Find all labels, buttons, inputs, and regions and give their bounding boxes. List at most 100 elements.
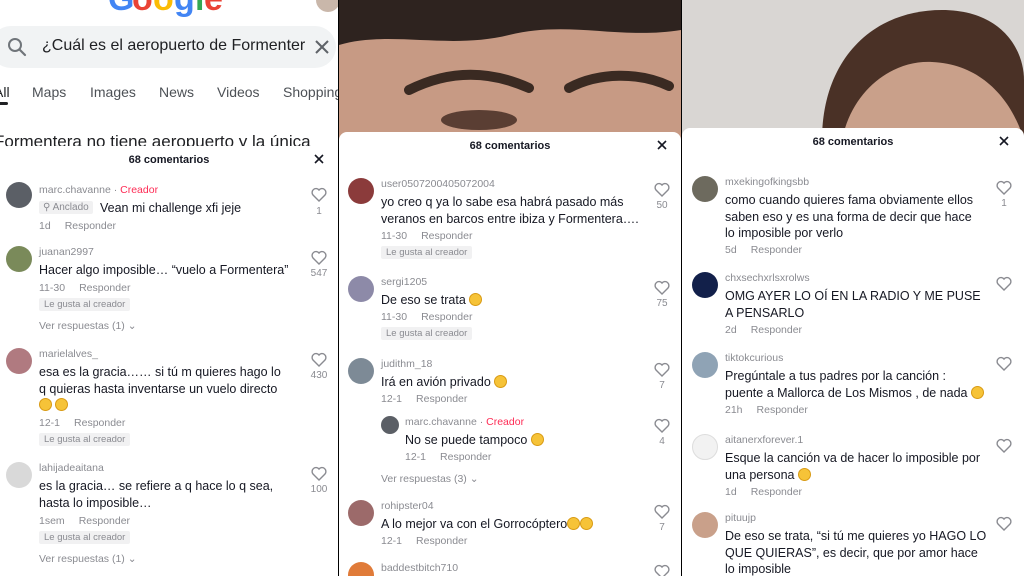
heart-icon[interactable] bbox=[996, 438, 1012, 453]
comments-sheet: 68 comentarios mxekingofkingsbb como cua… bbox=[682, 128, 1024, 576]
account-avatar[interactable] bbox=[316, 0, 338, 12]
comment-meta: 12-1 Responder bbox=[381, 393, 467, 405]
svg-text:G: G bbox=[108, 0, 134, 18]
comment-username[interactable]: pituujp bbox=[725, 512, 756, 524]
comment-username[interactable]: user0507200405072004 bbox=[381, 178, 495, 190]
avatar[interactable] bbox=[348, 500, 374, 526]
svg-text:o: o bbox=[153, 0, 174, 18]
heart-icon[interactable] bbox=[996, 516, 1012, 531]
avatar[interactable] bbox=[692, 512, 718, 538]
heart-icon[interactable] bbox=[654, 182, 670, 197]
comment-username[interactable]: baddestbitch710 bbox=[381, 562, 458, 574]
comment-text-content: De eso se trata bbox=[381, 293, 466, 307]
reply-button[interactable]: Responder bbox=[79, 282, 130, 294]
tab-images[interactable]: Images bbox=[90, 84, 136, 100]
heart-icon[interactable] bbox=[996, 276, 1012, 291]
comment-username[interactable]: marc.chavanne bbox=[405, 416, 477, 428]
view-replies-button[interactable]: Ver respuestas (3) ⌄ bbox=[381, 473, 479, 485]
comment-meta: 12-1 Responder bbox=[39, 417, 125, 429]
reply-button[interactable]: Responder bbox=[440, 451, 491, 463]
heart-icon[interactable] bbox=[311, 352, 327, 367]
comment-username[interactable]: rohipster04 bbox=[381, 500, 434, 512]
clear-icon[interactable] bbox=[312, 37, 332, 57]
heart-icon[interactable] bbox=[654, 362, 670, 377]
reply-button[interactable]: Responder bbox=[416, 535, 467, 547]
comment-date: 1d bbox=[39, 220, 51, 232]
comment-text: A lo mejor va con el Gorrocóptero bbox=[381, 516, 641, 533]
reply-button[interactable]: Responder bbox=[751, 486, 802, 498]
reply-button[interactable]: Responder bbox=[79, 515, 130, 527]
video-background bbox=[682, 0, 1024, 140]
avatar[interactable] bbox=[692, 434, 718, 460]
heart-icon[interactable] bbox=[654, 504, 670, 519]
avatar[interactable] bbox=[6, 462, 32, 488]
close-icon[interactable] bbox=[997, 134, 1011, 148]
avatar[interactable] bbox=[692, 352, 718, 378]
comment-username[interactable]: tiktokcurious bbox=[725, 352, 783, 364]
avatar[interactable] bbox=[692, 176, 718, 202]
comment-username[interactable]: aitanerxforever.1 bbox=[725, 434, 803, 446]
comment-username[interactable]: chxsechxrlsxrolws bbox=[725, 272, 810, 284]
comment-meta: 12-1 Responder bbox=[381, 535, 467, 547]
comments-sheet: 68 comentarios user0507200405072004 yo c… bbox=[339, 132, 681, 576]
heart-icon[interactable] bbox=[311, 250, 327, 265]
tab-videos[interactable]: Videos bbox=[217, 84, 260, 100]
view-replies-button[interactable]: Ver respuestas (1) ⌄ bbox=[39, 320, 137, 332]
comment-text: esa es la gracia…… si tú m quieres hago … bbox=[39, 364, 284, 414]
avatar[interactable] bbox=[348, 358, 374, 384]
tab-all[interactable]: All bbox=[0, 84, 10, 100]
avatar[interactable] bbox=[381, 416, 399, 434]
search-bar[interactable]: ¿Cuál es el aeropuerto de Formenter bbox=[0, 26, 336, 68]
heart-icon[interactable] bbox=[311, 187, 327, 202]
svg-text:o: o bbox=[132, 0, 153, 18]
like-count: 7 bbox=[659, 380, 665, 391]
liked-by-creator-badge: Le gusta al creador bbox=[381, 327, 473, 340]
comment-username[interactable]: juanan2997 bbox=[39, 246, 94, 258]
close-icon[interactable] bbox=[655, 138, 669, 152]
comment-text: Pregúntale a tus padres por la canción :… bbox=[725, 368, 987, 401]
comment-username[interactable]: lahijadeaitana bbox=[39, 462, 104, 474]
view-replies-button[interactable]: Ver respuestas (1) ⌄ bbox=[39, 553, 137, 565]
comment-text: Irá en avión privado bbox=[381, 374, 641, 391]
comment-text: Esque la canción va de hacer lo imposibl… bbox=[725, 450, 983, 483]
heart-icon[interactable] bbox=[996, 180, 1012, 195]
avatar[interactable] bbox=[348, 276, 374, 302]
comment-username[interactable]: marc.chavanne bbox=[39, 184, 111, 196]
reply-button[interactable]: Responder bbox=[416, 393, 467, 405]
comment-username[interactable]: mxekingofkingsbb bbox=[725, 176, 809, 188]
heart-icon[interactable] bbox=[311, 466, 327, 481]
heart-icon[interactable] bbox=[996, 356, 1012, 371]
reply-button[interactable]: Responder bbox=[65, 220, 116, 232]
avatar[interactable] bbox=[6, 182, 32, 208]
comment-date: 11-30 bbox=[39, 282, 66, 294]
heart-icon[interactable] bbox=[654, 280, 670, 295]
tab-shopping[interactable]: Shopping bbox=[283, 84, 338, 100]
tab-news[interactable]: News bbox=[159, 84, 194, 100]
comment-username[interactable]: marielalves_ bbox=[39, 348, 98, 360]
heart-icon[interactable] bbox=[654, 418, 670, 433]
search-input[interactable]: ¿Cuál es el aeropuerto de Formenter bbox=[42, 37, 305, 55]
avatar[interactable] bbox=[6, 348, 32, 374]
avatar[interactable] bbox=[692, 272, 718, 298]
comment-username[interactable]: judithm_18 bbox=[381, 358, 432, 370]
comment-username[interactable]: sergi1205 bbox=[381, 276, 427, 288]
avatar[interactable] bbox=[6, 246, 32, 272]
comment-meta: 11-30 Responder bbox=[381, 311, 472, 323]
reply-button[interactable]: Responder bbox=[421, 311, 472, 323]
reply-button[interactable]: Responder bbox=[421, 230, 472, 242]
creator-badge: Creador bbox=[120, 184, 159, 196]
reply-button[interactable]: Responder bbox=[74, 417, 125, 429]
reply-button[interactable]: Responder bbox=[751, 324, 802, 336]
like-count: 50 bbox=[656, 200, 668, 211]
comments-count-title: 68 comentarios bbox=[128, 154, 210, 166]
reply-button[interactable]: Responder bbox=[751, 244, 802, 256]
avatar[interactable] bbox=[348, 562, 374, 576]
comment-meta: 1d Responder bbox=[725, 486, 802, 498]
close-icon[interactable] bbox=[312, 152, 326, 166]
emoji-icon bbox=[55, 398, 69, 411]
heart-icon[interactable] bbox=[654, 564, 670, 576]
avatar[interactable] bbox=[348, 178, 374, 204]
chevron-down-icon: ⌄ bbox=[127, 320, 137, 332]
tab-maps[interactable]: Maps bbox=[32, 84, 66, 100]
reply-button[interactable]: Responder bbox=[757, 404, 808, 416]
